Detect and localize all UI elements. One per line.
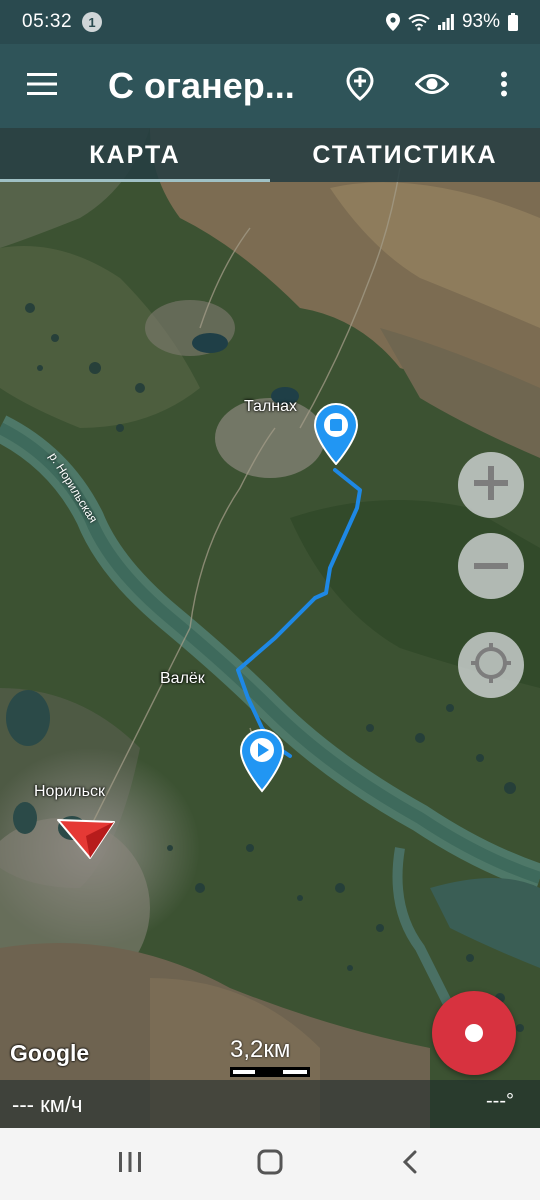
recents-icon: [118, 1151, 142, 1178]
location-icon: [385, 13, 400, 31]
eye-icon: [414, 73, 450, 100]
minus-icon: [472, 557, 510, 575]
map-label-norilsk: Норильск: [34, 783, 105, 800]
tab-statistics[interactable]: СТАТИСТИКА: [270, 128, 540, 182]
visibility-button[interactable]: [396, 44, 468, 128]
map-view[interactable]: Талнах Валёк Норильск р. Норильская: [0, 128, 540, 1128]
record-button[interactable]: [432, 991, 516, 1075]
recents-button[interactable]: [100, 1134, 160, 1194]
scale-label: 3,2км: [230, 1036, 291, 1063]
map-scale: 3,2км: [230, 1036, 310, 1082]
play-marker-icon[interactable]: [240, 729, 284, 793]
my-location-button[interactable]: [458, 632, 524, 698]
zoom-out-button[interactable]: [458, 533, 524, 599]
add-location-icon: [346, 66, 374, 106]
add-waypoint-button[interactable]: [324, 44, 396, 128]
status-bar: 05:32 1 93%: [0, 0, 540, 44]
navigation-arrow-icon: [56, 818, 116, 860]
map-label-valek: Валёк: [160, 670, 205, 687]
home-icon: [257, 1149, 283, 1180]
zoom-in-button[interactable]: [458, 452, 524, 518]
bearing-readout: ---°: [486, 1090, 514, 1112]
google-attribution: Google: [10, 1040, 90, 1066]
scale-bar: [230, 1067, 310, 1077]
tab-map[interactable]: КАРТА: [0, 128, 270, 182]
status-icons: 93%: [385, 11, 518, 33]
plus-icon: [472, 464, 510, 507]
track-title: С оганер...: [108, 65, 295, 106]
notification-count-badge: 1: [82, 12, 103, 32]
info-bar: --- км/ч ---°: [0, 1080, 540, 1128]
more-vert-icon: [500, 71, 508, 102]
app-bar: С оганер...: [0, 44, 540, 128]
battery-icon: [508, 13, 518, 31]
more-options-button[interactable]: [468, 44, 540, 128]
satellite-map: [0, 128, 540, 1128]
back-button[interactable]: [380, 1134, 440, 1194]
record-icon: [465, 1024, 483, 1042]
stop-marker-icon[interactable]: [314, 403, 358, 465]
signal-icon: [437, 14, 454, 30]
speed-readout: --- км/ч: [12, 1092, 83, 1117]
battery-level: 93%: [461, 11, 500, 32]
menu-button[interactable]: [0, 44, 84, 128]
status-time: 05:32: [22, 11, 73, 32]
back-icon: [402, 1150, 418, 1179]
home-button[interactable]: [240, 1134, 300, 1194]
map-label-talnakh: Талнах: [244, 398, 298, 415]
system-nav-bar: [0, 1128, 540, 1200]
menu-icon: [27, 72, 57, 100]
wifi-icon: [408, 13, 430, 31]
target-icon: [469, 641, 513, 690]
tab-bar: КАРТА СТАТИСТИКА: [0, 128, 540, 182]
